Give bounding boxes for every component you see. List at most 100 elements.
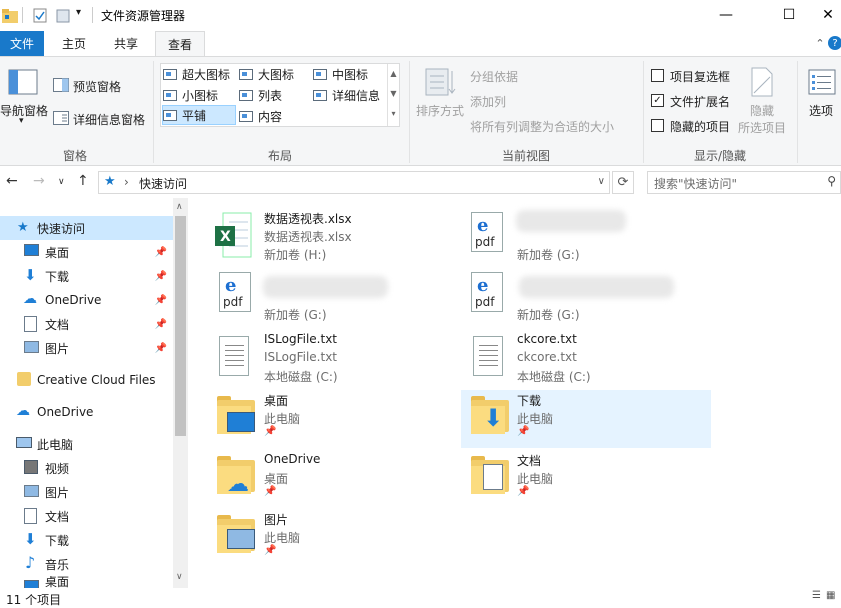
file-location: 本地磁盘 (C:) xyxy=(264,370,338,384)
nav-scrollbar[interactable]: ∧ ∨ xyxy=(173,198,188,588)
file-tile[interactable]: e pdf 新加卷 (G:) xyxy=(215,268,465,326)
layout-extra-large-icons[interactable]: 超大图标 xyxy=(163,64,230,84)
nav-item-desktop-pc[interactable]: 桌面 xyxy=(0,576,173,588)
file-list: X 数据透视表.xlsx 数据透视表.xlsx 新加卷 (H:) e pdf 新加… xyxy=(188,198,841,588)
nav-item-pictures[interactable]: 图片 xyxy=(0,480,173,504)
tab-share[interactable]: 共享 xyxy=(104,31,148,56)
nav-item-desktop[interactable]: 桌面 📌 xyxy=(0,240,173,264)
nav-item-creative-cloud[interactable]: Creative Cloud Files xyxy=(0,368,173,392)
pin-icon[interactable]: 📌 xyxy=(155,319,167,330)
nav-item-documents[interactable]: 文档 xyxy=(0,504,173,528)
pin-icon[interactable]: 📌 xyxy=(155,247,167,258)
hide-selected-button-line2: 所选项目 xyxy=(738,121,787,135)
details-view-icon[interactable]: ☰ xyxy=(812,590,821,601)
folder-name: 文档 xyxy=(517,454,542,468)
folder-tile[interactable]: 桌面 此电脑 📌 xyxy=(215,390,465,448)
folder-name: 图片 xyxy=(264,513,289,527)
file-extensions-checkbox[interactable]: ✓ xyxy=(651,94,664,107)
hide-selected-button[interactable]: 隐藏 xyxy=(750,102,774,119)
up-arrow-icon[interactable]: ↑ xyxy=(77,173,89,189)
nav-item-downloads[interactable]: ⬇ 下载 📌 xyxy=(0,264,173,288)
cloud-icon: ☁ xyxy=(16,403,30,419)
pin-icon[interactable]: 📌 xyxy=(155,343,167,354)
options-button[interactable]: 选项 xyxy=(809,102,833,119)
folder-location: 此电脑 xyxy=(264,412,301,426)
nav-item-quick-access[interactable]: ★ 快速访问 xyxy=(0,216,173,240)
search-icon[interactable]: ⚲ xyxy=(827,174,836,188)
file-type: ckcore.txt xyxy=(517,350,577,364)
tab-view[interactable]: 查看 xyxy=(155,31,205,56)
folder-tile[interactable]: 文档 此电脑 📌 xyxy=(471,450,721,508)
search-input[interactable]: 搜索"快速访问" ⚲ xyxy=(647,171,841,194)
nav-item-this-pc[interactable]: 此电脑 xyxy=(0,432,173,456)
ribbon: 导航窗格 ▾ 预览窗格 详细信息窗格 窗格 超大图标 大图标 中图标 小图标 列… xyxy=(0,56,841,166)
nav-item-label: 下载 xyxy=(45,533,70,548)
refresh-icon[interactable]: ⟳ xyxy=(612,171,634,194)
layout-scroll[interactable]: ▲ ▼ ▾ xyxy=(387,64,399,126)
details-pane-button[interactable]: 详细信息窗格 xyxy=(73,111,145,128)
address-bar[interactable]: ★ › 快速访问 ∨ xyxy=(98,171,610,194)
file-tile[interactable]: ckcore.txt ckcore.txt 本地磁盘 (C:) xyxy=(471,330,721,388)
minimize-button[interactable]: — xyxy=(703,0,749,30)
breadcrumb[interactable]: 快速访问 xyxy=(139,175,187,192)
tiles-view-icon[interactable]: ▦ xyxy=(826,590,835,601)
layout-small-icons[interactable]: 小图标 xyxy=(163,85,218,105)
file-type: ISLogFile.txt xyxy=(264,350,337,364)
medium-icons-icon xyxy=(313,68,327,80)
layout-list[interactable]: 列表 xyxy=(239,85,282,105)
new-folder-icon[interactable] xyxy=(56,8,70,23)
status-bar: 11 个项目 ☰ ▦ xyxy=(0,588,841,607)
recent-locations-chevron-icon[interactable]: ∨ xyxy=(58,177,65,187)
file-tile[interactable]: X 数据透视表.xlsx 数据透视表.xlsx 新加卷 (H:) xyxy=(215,208,465,266)
layout-large-icons[interactable]: 大图标 xyxy=(239,64,294,84)
breadcrumb-separator[interactable]: › xyxy=(124,175,129,189)
tab-home[interactable]: 主页 xyxy=(52,31,96,56)
back-arrow-icon[interactable]: ← xyxy=(6,173,18,189)
scroll-down-icon[interactable]: ∨ xyxy=(176,572,183,582)
forward-arrow-icon[interactable]: → xyxy=(33,173,45,189)
layout-tiles[interactable]: 平铺 xyxy=(162,105,236,125)
nav-item-music[interactable]: ♪ 音乐 xyxy=(0,552,173,576)
navigation-pane-button[interactable]: 导航窗格 xyxy=(0,102,48,119)
nav-item-videos[interactable]: 视频 xyxy=(0,456,173,480)
nav-item-pictures-pinned[interactable]: 图片 📌 xyxy=(0,336,173,360)
close-button[interactable]: ✕ xyxy=(805,0,841,30)
star-icon: ★ xyxy=(17,220,29,235)
file-tile[interactable]: e pdf 新加卷 (G:) xyxy=(471,208,721,266)
navigation-pane-dropdown-arrow[interactable]: ▾ xyxy=(19,116,24,126)
nav-item-downloads-pc[interactable]: ⬇ 下载 xyxy=(0,528,173,552)
scroll-thumb[interactable] xyxy=(175,216,186,436)
ribbon-collapse-button[interactable]: ⌃ xyxy=(814,31,826,56)
redacted-filename xyxy=(519,276,674,298)
properties-icon[interactable] xyxy=(33,8,47,23)
add-columns-button[interactable]: 添加列 xyxy=(470,93,506,110)
scroll-up-icon[interactable]: ∧ xyxy=(176,202,183,212)
nav-item-onedrive[interactable]: ☁ OneDrive xyxy=(0,400,173,424)
folder-tile[interactable]: ⬇ 下载 此电脑 📌 xyxy=(461,390,711,448)
hidden-items-checkbox[interactable] xyxy=(651,119,664,132)
chevron-down-icon[interactable]: ∨ xyxy=(598,176,605,187)
folder-tile[interactable]: ☁ OneDrive 桌面 📌 xyxy=(215,450,465,508)
window-title: 文件资源管理器 xyxy=(101,9,186,23)
item-checkboxes-checkbox[interactable] xyxy=(651,69,664,82)
quick-access-toolbar-dropdown[interactable]: ▾ xyxy=(76,7,81,18)
layout-details[interactable]: 详细信息 xyxy=(313,85,380,105)
layout-medium-icons[interactable]: 中图标 xyxy=(313,64,368,84)
layout-content[interactable]: 内容 xyxy=(239,106,282,126)
size-columns-button[interactable]: 将所有列调整为合适的大小 xyxy=(470,118,614,135)
preview-pane-icon xyxy=(53,78,69,92)
nav-item-onedrive-pinned[interactable]: ☁ OneDrive 📌 xyxy=(0,288,173,312)
help-button[interactable]: ? xyxy=(828,36,841,50)
folder-tile[interactable]: 图片 此电脑 📌 xyxy=(215,509,465,567)
download-arrow-icon: ⬇ xyxy=(483,404,504,432)
file-location: 新加卷 (G:) xyxy=(264,308,327,322)
pin-icon[interactable]: 📌 xyxy=(155,295,167,306)
group-by-button[interactable]: 分组依据 xyxy=(470,68,518,85)
tab-file[interactable]: 文件 xyxy=(0,31,44,56)
preview-pane-button[interactable]: 预览窗格 xyxy=(73,78,121,95)
nav-item-documents-pinned[interactable]: 文档 📌 xyxy=(0,312,173,336)
file-tile[interactable]: ISLogFile.txt ISLogFile.txt 本地磁盘 (C:) xyxy=(215,330,465,388)
file-tile[interactable]: e pdf 新加卷 (G:) xyxy=(471,268,721,326)
sort-by-button[interactable]: 排序方式 xyxy=(416,102,464,119)
pin-icon[interactable]: 📌 xyxy=(155,271,167,282)
